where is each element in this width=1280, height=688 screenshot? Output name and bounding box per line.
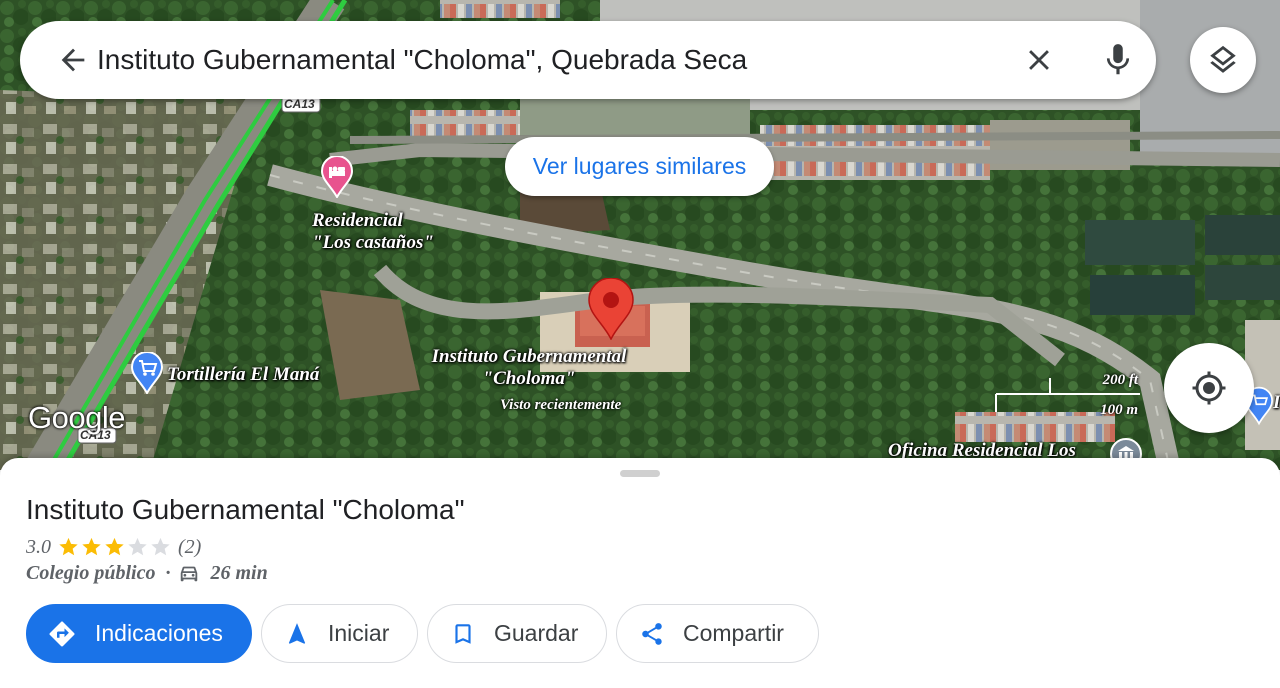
place-label-line: Residencial bbox=[312, 210, 403, 231]
save-button[interactable]: Guardar bbox=[427, 604, 607, 663]
star-empty-icon bbox=[151, 537, 170, 556]
back-arrow-icon[interactable] bbox=[56, 43, 90, 77]
shopping-cart-icon[interactable] bbox=[131, 352, 163, 394]
place-label-line: "Choloma" bbox=[482, 368, 576, 389]
start-label: Iniciar bbox=[328, 620, 390, 646]
bookmark-icon bbox=[455, 623, 471, 644]
scale-m: 100 m bbox=[1100, 402, 1138, 418]
category-label: Colegio público bbox=[26, 561, 156, 584]
directions-label: Indicaciones bbox=[95, 620, 223, 646]
crosshair-icon bbox=[1192, 371, 1226, 405]
rating-row[interactable]: 3.0 (2) bbox=[26, 534, 201, 560]
place-label-line: "Los castaños" bbox=[312, 232, 434, 253]
map-scale: 200 ft 100 m bbox=[994, 372, 1144, 422]
star-filled-icon bbox=[82, 537, 101, 556]
directions-icon bbox=[49, 620, 75, 646]
place-label-residencial[interactable]: Residencial "Los castaños" bbox=[312, 210, 434, 254]
place-label-instituto[interactable]: Instituto Gubernamental "Choloma" bbox=[414, 346, 644, 390]
mic-icon[interactable] bbox=[1099, 41, 1137, 79]
scale-ft: 200 ft bbox=[1102, 372, 1138, 388]
meta-row: Colegio público · 26 min bbox=[26, 560, 268, 586]
close-icon[interactable] bbox=[1022, 43, 1056, 77]
save-label: Guardar bbox=[494, 620, 579, 646]
review-count: (2) bbox=[178, 535, 202, 558]
search-query[interactable]: Instituto Gubernamental "Choloma", Quebr… bbox=[97, 43, 747, 77]
recently-viewed-label: Visto recientemente bbox=[500, 397, 622, 413]
hotel-icon[interactable] bbox=[321, 156, 353, 198]
place-label-edge: I bbox=[1273, 392, 1280, 413]
place-label-tortilleria[interactable]: Tortillería El Maná bbox=[167, 364, 319, 386]
similar-places-button[interactable]: Ver lugares similares bbox=[505, 137, 774, 196]
rating-stars bbox=[57, 536, 172, 558]
place-title: Instituto Gubernamental "Choloma" bbox=[26, 494, 465, 525]
drag-handle[interactable] bbox=[620, 470, 660, 477]
star-filled-icon bbox=[105, 537, 124, 556]
place-label-line: Instituto Gubernamental bbox=[431, 346, 627, 367]
map-view[interactable]: CA13 CA13 Residencial "Los castaños" Tor… bbox=[0, 0, 1280, 470]
star-filled-icon bbox=[59, 537, 78, 556]
layers-button[interactable] bbox=[1190, 27, 1256, 93]
red-pin-icon[interactable] bbox=[588, 278, 634, 340]
place-sheet[interactable]: Instituto Gubernamental "Choloma" 3.0 (2… bbox=[0, 458, 1280, 688]
share-button[interactable]: Compartir bbox=[616, 604, 819, 663]
separator: · bbox=[165, 561, 171, 584]
navigation-arrow-icon bbox=[288, 622, 306, 644]
road-shield: CA13 bbox=[284, 97, 315, 111]
google-logo: Google bbox=[28, 400, 125, 435]
drive-time: 26 min bbox=[210, 561, 268, 584]
start-button[interactable]: Iniciar bbox=[261, 604, 418, 663]
rating-value: 3.0 bbox=[26, 535, 51, 558]
my-location-button[interactable] bbox=[1164, 343, 1254, 433]
star-empty-icon bbox=[128, 537, 147, 556]
share-icon bbox=[642, 622, 662, 645]
share-label: Compartir bbox=[683, 620, 784, 646]
directions-button[interactable]: Indicaciones bbox=[26, 604, 252, 663]
car-icon bbox=[181, 566, 198, 582]
search-bar[interactable]: Instituto Gubernamental "Choloma", Quebr… bbox=[20, 21, 1156, 99]
layers-icon bbox=[1210, 45, 1236, 73]
